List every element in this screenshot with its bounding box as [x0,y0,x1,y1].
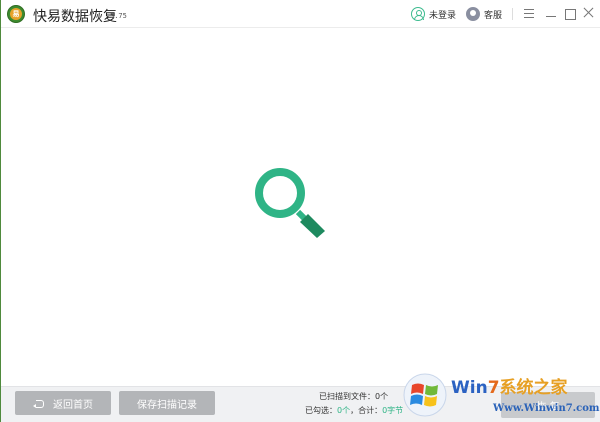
scanned-files-value: 0个 [375,392,389,401]
user-icon [411,7,425,21]
customer-service-button[interactable]: 客服 [466,6,502,22]
watermark: Win7系统之家 Www.Winwin7.com [403,365,600,422]
watermark-win: Win [451,378,488,398]
watermark-cn: 系统之家 [499,378,568,398]
save-scan-record-button[interactable]: 保存扫描记录 [119,391,215,415]
selected-stat: 已勾选：0个，合计：0字节 [305,405,403,416]
watermark-7: 7 [487,378,500,398]
minimize-icon[interactable] [545,7,557,19]
search-icon [253,167,329,241]
app-window: 易 快易数据恢复 5.75 未登录 客服 返回首页 保存扫描记录 已扫描到文件：… [0,0,600,422]
app-title: 快易数据恢复 [33,9,117,25]
app-logo-text: 易 [10,8,22,20]
scanned-files-stat: 已扫描到文件：0个 [319,391,388,402]
service-label: 客服 [484,10,503,21]
total-value: 0字节 [382,406,404,415]
back-home-label: 返回首页 [53,399,93,411]
watermark-brand: Win7系统之家 [451,373,568,398]
watermark-url: Www.Winwin7.com [493,403,600,414]
back-arrow-icon [33,399,44,408]
login-button[interactable]: 未登录 [411,6,456,22]
title-bar: 易 快易数据恢复 5.75 未登录 客服 [1,0,600,28]
app-version: 5.75 [110,12,127,20]
windows-logo-icon [403,373,447,417]
maximize-icon[interactable] [564,7,576,20]
menu-icon[interactable] [523,7,535,19]
headset-icon [466,7,480,21]
save-scan-record-label: 保存扫描记录 [137,399,197,411]
back-home-button[interactable]: 返回首页 [15,391,111,415]
app-logo-icon: 易 [7,5,25,23]
scanned-files-prefix: 已扫描到文件： [319,392,375,401]
login-label: 未登录 [429,10,457,21]
total-prefix: ，合计： [350,406,383,415]
title-divider [512,8,513,20]
close-icon[interactable] [582,7,594,19]
selected-value: 0个 [337,406,351,415]
selected-prefix: 已勾选： [305,406,337,415]
